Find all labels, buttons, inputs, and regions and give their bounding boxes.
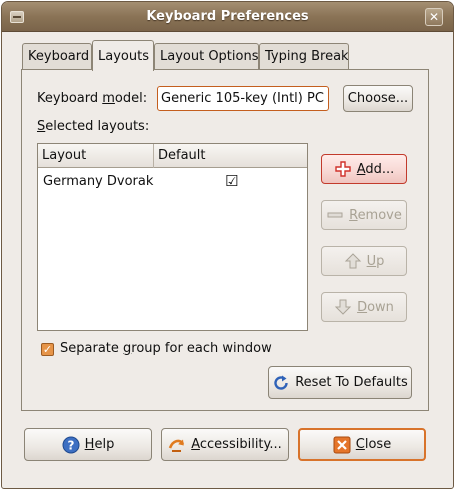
help-icon: ? bbox=[62, 436, 80, 453]
arrow-up-icon bbox=[344, 253, 361, 269]
tab-keyboard[interactable]: Keyboard bbox=[22, 43, 92, 69]
close-button[interactable]: Close bbox=[298, 428, 426, 461]
tab-typing-break[interactable]: Typing Break bbox=[259, 43, 349, 69]
keyboard-model-field[interactable]: Generic 105-key (Intl) PC bbox=[157, 86, 329, 111]
add-button[interactable]: Add... bbox=[321, 154, 407, 184]
reset-icon bbox=[274, 375, 288, 390]
keyboard-model-label: Keyboard model: bbox=[37, 91, 148, 106]
tab-layout-options[interactable]: Layout Options bbox=[154, 43, 259, 69]
svg-text:?: ? bbox=[67, 438, 74, 452]
choose-button[interactable]: Choose... bbox=[343, 85, 413, 112]
separate-group-label[interactable]: Separate group for each window bbox=[60, 341, 272, 356]
title-bar[interactable]: Keyboard Preferences ✕ bbox=[2, 2, 453, 32]
remove-icon bbox=[327, 212, 343, 218]
layouts-list-header: Layout Default bbox=[38, 144, 307, 168]
help-button[interactable]: ? Help bbox=[24, 428, 152, 461]
column-header-layout[interactable]: Layout bbox=[38, 144, 153, 168]
selected-layouts-label: Selected layouts: bbox=[37, 119, 150, 134]
add-icon bbox=[335, 161, 351, 177]
default-checkbox[interactable]: ☑ bbox=[225, 172, 238, 190]
table-row[interactable]: Germany Dvorak ☑ bbox=[38, 172, 307, 194]
column-header-default[interactable]: Default bbox=[153, 144, 308, 168]
up-button[interactable]: Up bbox=[321, 246, 407, 276]
accessibility-button[interactable]: Accessibility... bbox=[161, 428, 289, 461]
down-button[interactable]: Down bbox=[321, 292, 407, 322]
remove-button[interactable]: Remove bbox=[321, 200, 407, 230]
reset-to-defaults-button[interactable]: Reset To Defaults bbox=[268, 366, 412, 399]
close-icon bbox=[333, 436, 351, 453]
layout-name-cell: Germany Dvorak bbox=[43, 174, 154, 189]
window-title: Keyboard Preferences bbox=[146, 9, 309, 24]
tab-layouts[interactable]: Layouts bbox=[92, 40, 154, 71]
accessibility-icon bbox=[169, 439, 185, 452]
separate-group-checkbox[interactable]: ✓ bbox=[41, 343, 54, 356]
window-close-icon[interactable]: ✕ bbox=[425, 8, 443, 26]
arrow-down-icon bbox=[334, 299, 352, 315]
layouts-list[interactable]: Layout Default Germany Dvorak ☑ bbox=[37, 143, 308, 331]
